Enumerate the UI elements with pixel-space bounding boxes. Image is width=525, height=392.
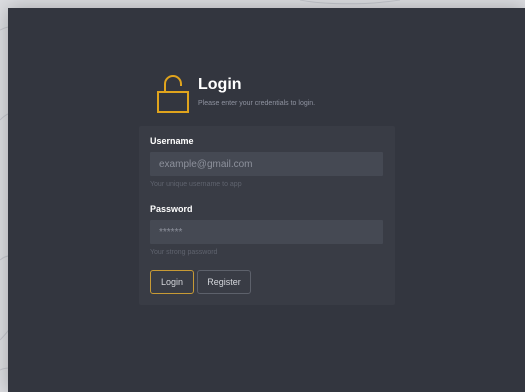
username-hint: Your unique username to app bbox=[150, 181, 242, 188]
password-hint: Your strong password bbox=[150, 249, 218, 256]
login-panel: Login Please enter your credentials to l… bbox=[8, 8, 525, 392]
login-header: Login Please enter your credentials to l… bbox=[156, 70, 416, 116]
lock-open-icon bbox=[157, 75, 189, 113]
username-label: Username bbox=[150, 136, 194, 146]
password-label: Password bbox=[150, 204, 193, 214]
page-subtitle: Please enter your credentials to login. bbox=[198, 100, 316, 107]
login-form: Username Your unique username to app Pas… bbox=[139, 126, 395, 305]
page-title: Login bbox=[198, 76, 242, 93]
login-button[interactable]: Login bbox=[150, 270, 194, 294]
username-input[interactable] bbox=[150, 152, 383, 176]
register-button[interactable]: Register bbox=[197, 270, 251, 294]
password-input[interactable] bbox=[150, 220, 383, 244]
